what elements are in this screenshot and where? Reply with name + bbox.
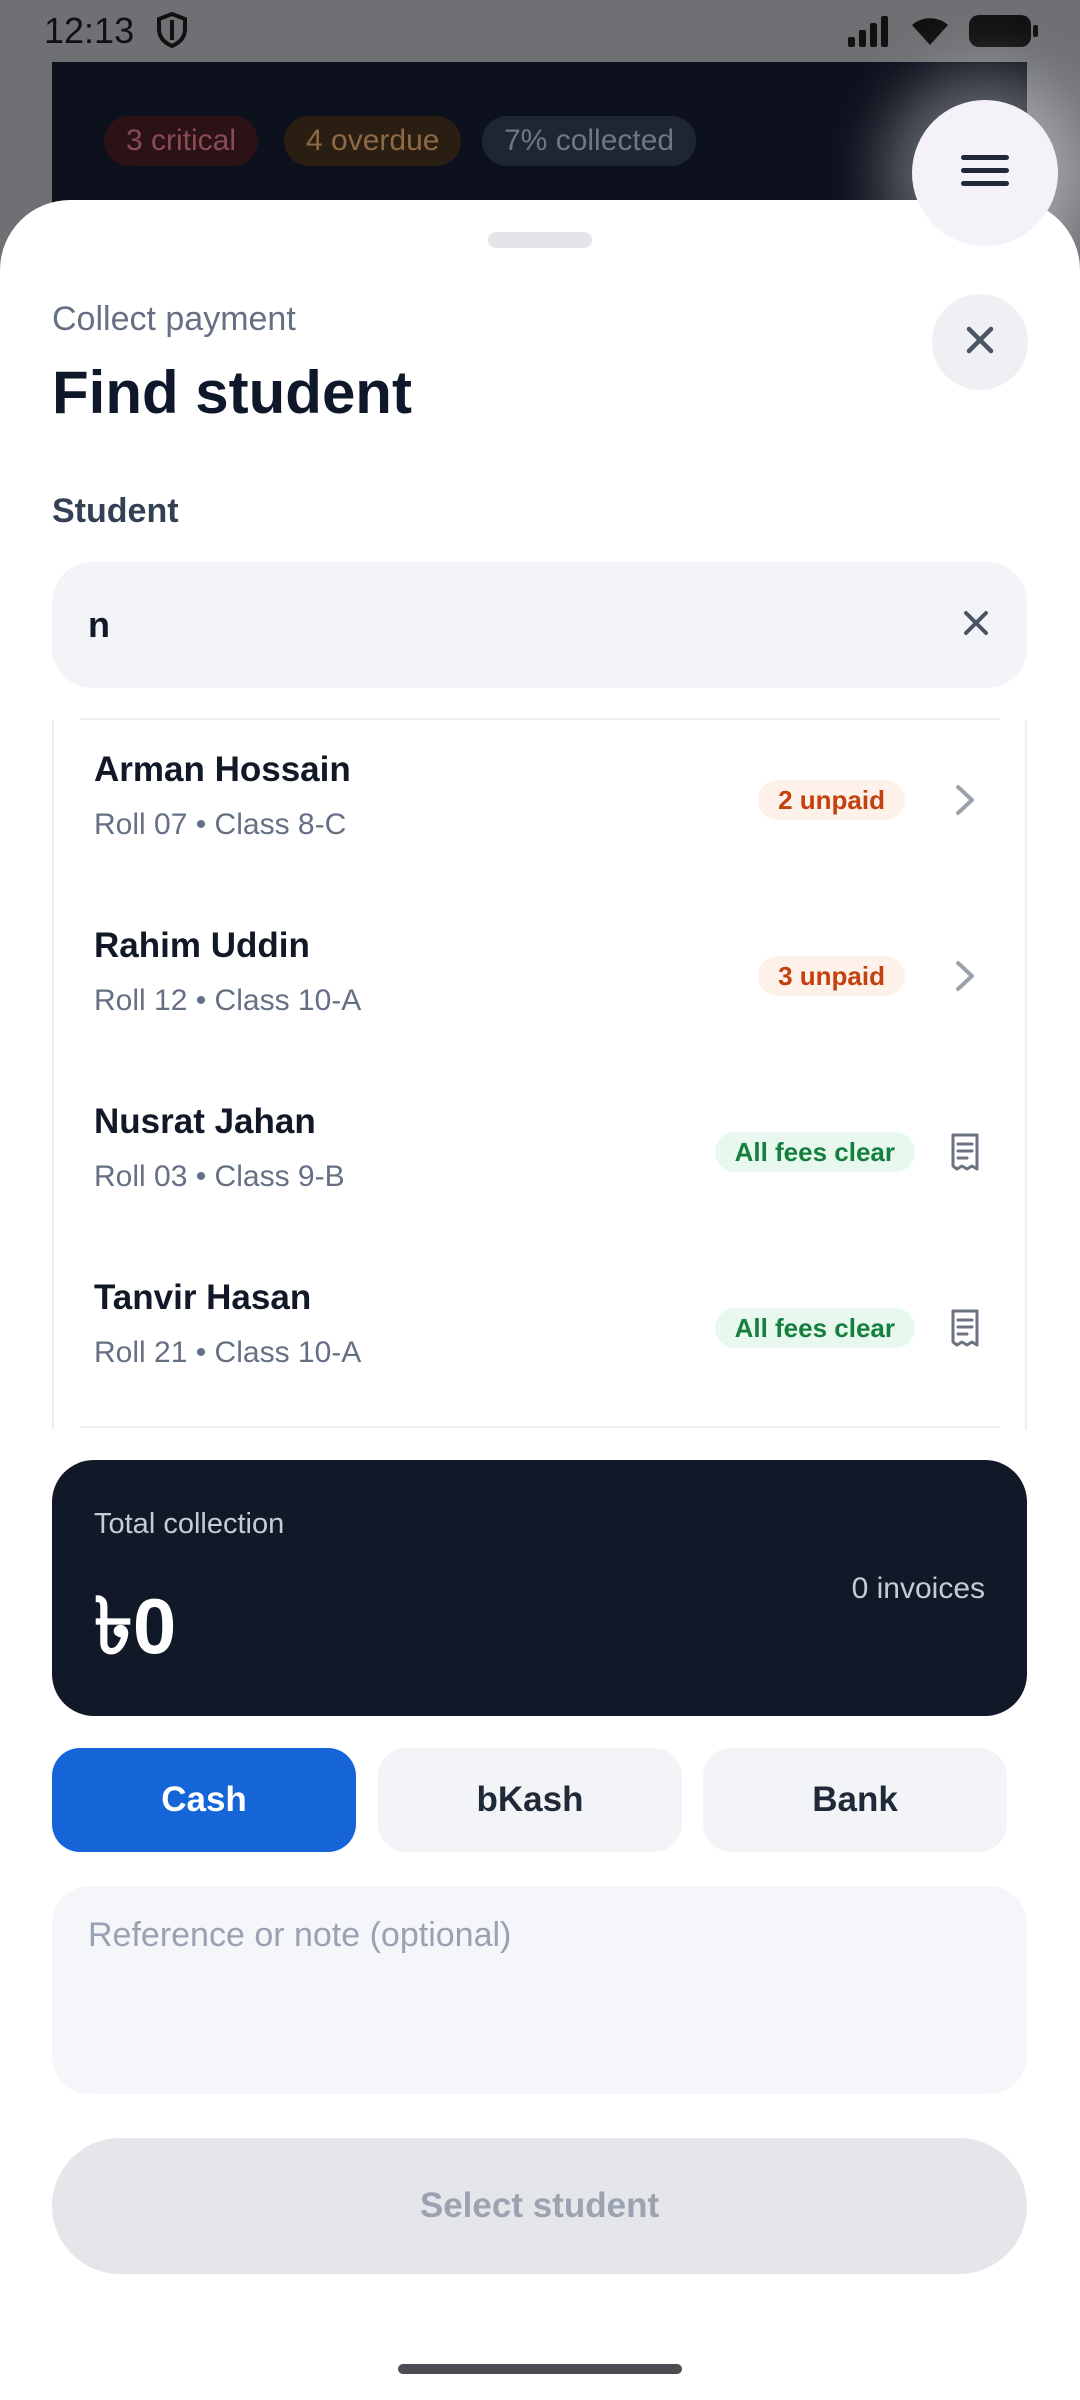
- student-roll-class: Roll 12 • Class 10-A: [94, 984, 362, 1017]
- list-item[interactable]: Nusrat Jahan Roll 03 • Class 9-B All fee…: [54, 1072, 1025, 1248]
- home-indicator[interactable]: [398, 2364, 682, 2374]
- student-roll-class: Roll 03 • Class 9-B: [94, 1160, 345, 1193]
- student-search-box: [52, 562, 1027, 688]
- status-badge: All fees clear: [714, 1132, 915, 1172]
- hamburger-menu-icon: [959, 151, 1011, 196]
- student-search-input[interactable]: [88, 562, 888, 688]
- close-button[interactable]: [932, 294, 1028, 390]
- total-collection-label: Total collection: [94, 1508, 285, 1540]
- chevron-right-icon: [943, 954, 987, 998]
- page-title: Find student: [52, 359, 412, 426]
- total-collection-card: Total collection ৳0 0 invoices: [52, 1460, 1027, 1716]
- list-item[interactable]: Tanvir Hasan Roll 21 • Class 10-A All fe…: [54, 1248, 1025, 1424]
- sheet-overline: Collect payment: [52, 300, 296, 338]
- student-roll-class: Roll 07 • Class 8-C: [94, 808, 347, 841]
- student-roll-class: Roll 21 • Class 10-A: [94, 1336, 362, 1369]
- list-item[interactable]: Rahim Uddin Roll 12 • Class 10-A 3 unpai…: [54, 896, 1025, 1072]
- invoice-count: 0 invoices: [851, 1572, 985, 1605]
- background-chip-overdue: 4 overdue: [284, 116, 462, 166]
- background-chip-collected: 7% collected: [482, 116, 697, 166]
- collect-payment-sheet: Collect payment Find student Student Arm…: [0, 200, 1080, 2400]
- receipt-icon[interactable]: [943, 1306, 987, 1350]
- status-badge: 2 unpaid: [758, 780, 905, 820]
- student-results-list: Arman Hossain Roll 07 • Class 8-C 2 unpa…: [52, 720, 1027, 1430]
- chevron-right-icon: [943, 778, 987, 822]
- status-badge: 3 unpaid: [758, 956, 905, 996]
- status-time: 12:13: [44, 10, 135, 51]
- reference-note-input[interactable]: [52, 1886, 1027, 2094]
- total-collection-amount: ৳0: [94, 1582, 177, 1670]
- clear-icon: [963, 610, 989, 641]
- select-student-button[interactable]: Select student: [52, 2138, 1027, 2274]
- payment-method-bkash[interactable]: bKash: [378, 1748, 682, 1852]
- shield-icon: [156, 11, 188, 53]
- student-name: Arman Hossain: [94, 750, 351, 789]
- clear-search-button[interactable]: [955, 604, 997, 646]
- sheet-drag-handle[interactable]: [488, 232, 592, 248]
- payment-method-bank[interactable]: Bank: [703, 1748, 1007, 1852]
- wifi-icon: [910, 15, 950, 52]
- menu-button[interactable]: [912, 100, 1058, 246]
- payment-method-cash[interactable]: Cash: [52, 1748, 356, 1852]
- status-badge: All fees clear: [714, 1308, 915, 1348]
- background-chip-critical: 3 critical: [104, 116, 259, 166]
- student-name: Rahim Uddin: [94, 926, 310, 965]
- signal-icon: [848, 15, 892, 52]
- list-item[interactable]: Arman Hossain Roll 07 • Class 8-C 2 unpa…: [54, 720, 1025, 896]
- receipt-icon[interactable]: [943, 1130, 987, 1174]
- close-icon: [965, 325, 995, 360]
- battery-icon: [968, 14, 1040, 53]
- student-name: Nusrat Jahan: [94, 1102, 316, 1141]
- results-divider-bottom: [80, 1426, 1000, 1428]
- status-bar: 12:13: [0, 0, 1080, 62]
- student-field-label: Student: [52, 492, 179, 530]
- student-name: Tanvir Hasan: [94, 1278, 312, 1317]
